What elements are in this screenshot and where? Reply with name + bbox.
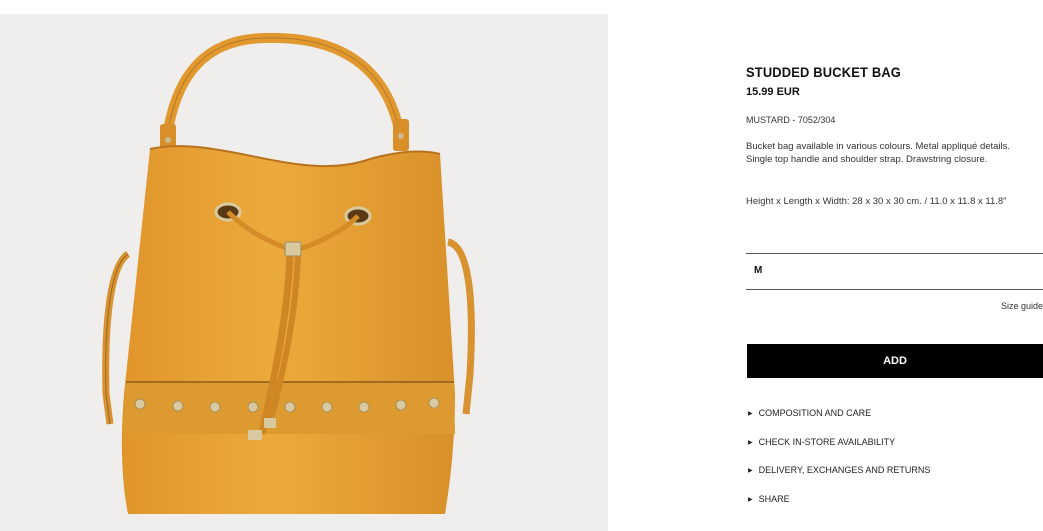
triangle-right-icon: ▶ <box>748 410 753 417</box>
product-dimensions: Height x Length x Width: 28 x 30 x 30 cm… <box>746 196 1007 207</box>
accordion-store-availability[interactable]: ▶ CHECK IN-STORE AVAILABILITY <box>748 437 895 447</box>
product-price: 15.99 EUR <box>746 86 800 98</box>
product-reference: MUSTARD - 7052/304 <box>746 115 836 125</box>
accordion-label: CHECK IN-STORE AVAILABILITY <box>758 437 896 447</box>
triangle-right-icon: ▶ <box>748 496 753 503</box>
accordion-composition[interactable]: ▶ COMPOSITION AND CARE <box>748 408 871 418</box>
bucket-bag-illustration <box>102 32 475 514</box>
product-title: STUDDED BUCKET BAG <box>746 64 902 80</box>
product-description: Bucket bag available in various colours.… <box>746 141 1011 165</box>
accordion-label: COMPOSITION AND CARE <box>758 408 872 418</box>
triangle-right-icon: ▶ <box>748 467 753 474</box>
product-image[interactable] <box>0 14 608 531</box>
accordion-share[interactable]: ▶ SHARE <box>748 494 790 504</box>
triangle-right-icon: ▶ <box>748 439 753 446</box>
selected-size: M <box>754 265 763 276</box>
size-selector[interactable]: M <box>746 253 1043 290</box>
accordion-label: DELIVERY, EXCHANGES AND RETURNS <box>758 465 931 475</box>
add-to-cart-button[interactable]: ADD <box>747 344 1043 378</box>
accordion-label: SHARE <box>758 494 790 504</box>
size-guide-link[interactable]: Size guide <box>1001 301 1043 311</box>
accordion-delivery[interactable]: ▶ DELIVERY, EXCHANGES AND RETURNS <box>748 465 930 475</box>
